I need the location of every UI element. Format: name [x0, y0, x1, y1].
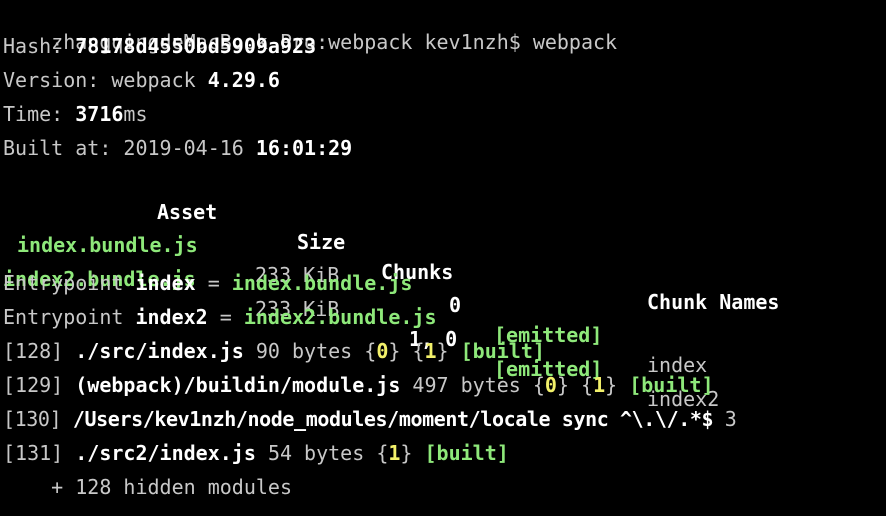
module-status: [built] [424, 441, 509, 465]
entrypoint-equals: = [195, 271, 232, 295]
time-line: Time: 3716ms [3, 99, 148, 129]
prompt-line: zhangqingdeMacBook-Pro:webpack kev1nzh$ … [3, 0, 617, 54]
entrypoint-file: index2.bundle.js [243, 305, 437, 329]
time-label: Time: [3, 102, 76, 126]
version-value: 4.29.6 [207, 68, 280, 92]
entrypoint-line: Entrypoint index2 = index2.bundle.js [3, 302, 436, 332]
built-line: Built at: 2019-04-16 16:01:29 [3, 133, 352, 163]
module-size: 54 bytes [267, 441, 365, 465]
asset-table-header: Asset Size Chunks Chunk Names [0, 167, 886, 314]
module-chunk: 1 [388, 441, 401, 465]
module-path: (webpack)/buildin/module.js [75, 373, 401, 397]
module-size: 3 [724, 407, 737, 431]
module-chunk: 0 [376, 339, 389, 363]
module-line: [129] (webpack)/buildin/module.js 497 by… [3, 373, 714, 397]
hash-line: Hash: 78178d4550bd5909a923 [3, 31, 316, 61]
module-path: ./src2/index.js [75, 441, 256, 465]
table-row: index2.bundle.js 233 KiB 1, 0 [emitted] … [0, 234, 886, 411]
module-id: [131] [3, 441, 64, 465]
module-chunk: 1 [424, 339, 437, 363]
module-line: [130] /Users/kev1nzh/node_modules/moment… [3, 404, 737, 434]
built-time: 16:01:29 [255, 136, 353, 160]
hash-value: 78178d4550bd5909a923 [75, 34, 317, 58]
asset-chunks: 0 [449, 293, 462, 317]
entrypoint-equals: = [207, 305, 244, 329]
module-path: /Users/kev1nzh/node_modules/moment/local… [72, 407, 714, 431]
entrypoint-name: index [135, 271, 196, 295]
version-label: Version: webpack [3, 68, 208, 92]
module-line: [131] ./src2/index.js 54 bytes {1} [buil… [3, 441, 509, 465]
module-id: [129] [3, 373, 64, 397]
module-id: [130] [3, 407, 62, 431]
built-label: Built at: 2019-04-16 [3, 136, 256, 160]
table-row: index.bundle.js 233 KiB 0 [emitted] inde… [0, 200, 886, 377]
entrypoint-file: index.bundle.js [231, 271, 413, 295]
module-path: ./src/index.js [75, 339, 244, 363]
time-value: 3716 [75, 102, 124, 126]
module-id: [128] [3, 339, 64, 363]
hidden-modules-line: + 128 hidden modules [3, 472, 292, 502]
module-chunk: 1 [593, 373, 606, 397]
module-size: 90 bytes [255, 339, 353, 363]
module-status: [built] [460, 339, 545, 363]
module-size: 497 bytes [412, 373, 521, 397]
entrypoint-label: Entrypoint [3, 271, 136, 295]
version-line: Version: webpack 4.29.6 [3, 65, 280, 95]
entrypoint-line: Entrypoint index = index.bundle.js [3, 268, 412, 298]
entrypoint-name: index2 [135, 305, 208, 329]
header-chunk-names: Chunk Names [647, 290, 780, 314]
hash-label: Hash: [3, 34, 76, 58]
entrypoint-label: Entrypoint [3, 305, 136, 329]
terminal-window[interactable]: zhangqingdeMacBook-Pro:webpack kev1nzh$ … [0, 0, 886, 516]
module-chunk: 0 [544, 373, 557, 397]
module-line: [128] ./src/index.js 90 bytes {0} {1} [b… [3, 339, 545, 363]
module-status: [built] [629, 373, 714, 397]
hidden-modules-text: + 128 hidden modules [3, 475, 292, 499]
time-unit: ms [123, 102, 148, 126]
